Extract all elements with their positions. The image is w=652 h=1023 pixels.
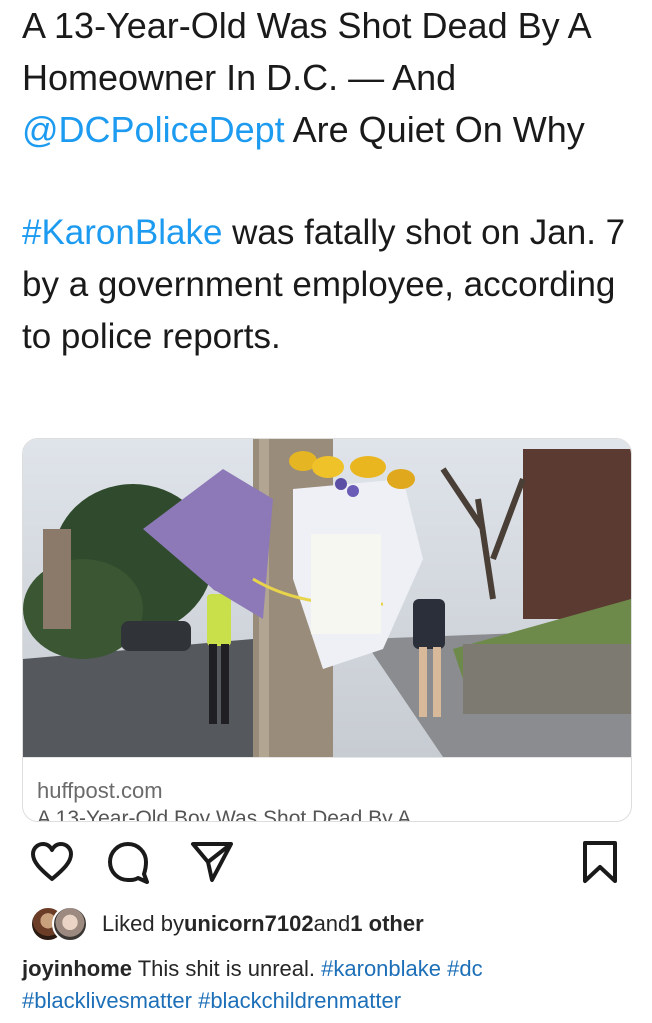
comment-button[interactable] (104, 838, 152, 886)
headline-text: A 13-Year-Old Was Shot Dead By A Homeown… (22, 5, 590, 98)
caption-username[interactable]: joyinhome (22, 956, 132, 981)
comment-icon (108, 842, 149, 884)
link-domain: huffpost.com (37, 778, 163, 803)
send-icon (191, 842, 233, 882)
hashtag-blacklivesmatter[interactable]: #blacklivesmatter (22, 988, 192, 1013)
police-mention-link[interactable]: @DCPoliceDept (22, 109, 285, 150)
post-caption: joyinhome This shit is unreal. #karonbla… (22, 953, 632, 1017)
post-actions (0, 838, 652, 886)
memorial-photo (23, 439, 631, 757)
like-button[interactable] (28, 838, 76, 886)
hashtag-dc[interactable]: #dc (447, 956, 482, 981)
tweet-text: A 13-Year-Old Was Shot Dead By A Homeown… (22, 0, 632, 363)
likes-prefix: Liked by (102, 911, 184, 936)
link-preview-card[interactable]: huffpost.com A 13-Year-Old Boy Was Shot … (22, 438, 632, 822)
likes-middle: and (313, 911, 351, 936)
link-title: A 13-Year-Old Boy Was Shot Dead By A (37, 807, 412, 822)
hashtag-karonblake[interactable]: #karonblake (321, 956, 441, 981)
link-preview-meta: huffpost.com A 13-Year-Old Boy Was Shot … (23, 757, 631, 822)
likes-others[interactable]: 1 other (350, 911, 423, 937)
hashtag-blackchildrenmatter[interactable]: #blackchildrenmatter (198, 988, 401, 1013)
heart-icon (31, 842, 73, 881)
headline-text-end: Are Quiet On Why (284, 109, 585, 150)
liker-avatars (30, 906, 96, 942)
bookmark-icon (583, 841, 617, 883)
avatar (52, 906, 88, 942)
tweet-headline: A 13-Year-Old Was Shot Dead By A Homeown… (22, 0, 632, 156)
karon-blake-hashtag[interactable]: #KaronBlake (22, 213, 222, 252)
share-button[interactable] (188, 838, 236, 886)
caption-text: This shit is unreal. (132, 956, 322, 981)
likes-summary[interactable]: Liked by unicorn7102 and 1 other (30, 906, 424, 942)
liker-username[interactable]: unicorn7102 (184, 911, 314, 937)
tweet-body: #KaronBlake was fatally shot on Jan. 7 b… (22, 207, 632, 363)
save-button[interactable] (576, 838, 624, 886)
